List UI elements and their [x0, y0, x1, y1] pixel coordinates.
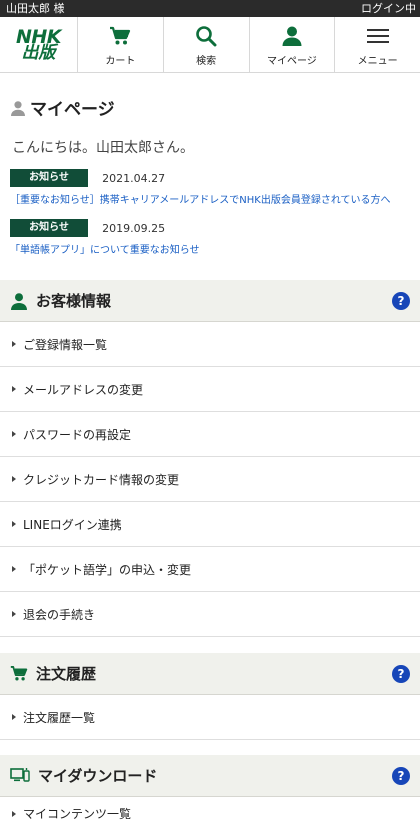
- top-status-bar: 山田太郎 様 ログイン中: [0, 0, 420, 17]
- nhk-publishing-logo[interactable]: NHK 出版: [0, 17, 78, 73]
- search-icon: [195, 23, 217, 49]
- notice-link[interactable]: 「単語帳アプリ」について重要なお知らせ: [10, 241, 415, 256]
- notice-badge: お知らせ: [10, 169, 88, 187]
- notice-item: お知らせ 2021.04.27 ［重要なお知らせ］携帯キャリアメールアドレスでN…: [10, 169, 415, 206]
- menu-item-label: パスワードの再設定: [23, 427, 132, 442]
- chevron-right-icon: [12, 714, 16, 720]
- cart-button[interactable]: カート: [78, 17, 164, 73]
- cart-label: カート: [105, 56, 136, 67]
- menu-item-line-login[interactable]: LINEログイン連携: [0, 502, 420, 547]
- section-title: マイダウンロード: [38, 767, 158, 785]
- help-icon[interactable]: ?: [392, 767, 410, 785]
- menu-item-label: メールアドレスの変更: [23, 382, 144, 397]
- notice-link[interactable]: ［重要なお知らせ］携帯キャリアメールアドレスでNHK出版会員登録されている方へ: [10, 191, 415, 206]
- menu-item-withdraw[interactable]: 退会の手続き: [0, 592, 420, 637]
- chevron-right-icon: [12, 341, 16, 347]
- user-icon: [281, 23, 303, 49]
- devices-icon: [10, 767, 30, 782]
- mypage-area: マイページ こんにちは。山田太郎さん。 お知らせ 2021.04.27 ［重要な…: [0, 73, 420, 280]
- section-customer-info: お客様情報 ?: [0, 280, 420, 322]
- section-title: お客様情報: [36, 292, 112, 310]
- chevron-right-icon: [12, 521, 16, 527]
- mypage-button[interactable]: マイページ: [250, 17, 336, 73]
- menu-item-my-contents[interactable]: マイコンテンツ一覧: [0, 797, 420, 830]
- menu-item-registration-info[interactable]: ご登録情報一覧: [0, 322, 420, 367]
- notice-badge: お知らせ: [10, 219, 88, 237]
- menu-item-label: 「ポケット語学」の申込・変更: [23, 562, 192, 577]
- logo-line2: 出版: [21, 43, 56, 63]
- menu-item-pocket-gogaku[interactable]: 「ポケット語学」の申込・変更: [0, 547, 420, 592]
- search-label: 検索: [196, 56, 217, 67]
- help-icon[interactable]: ?: [392, 665, 410, 683]
- menu-item-label: ご登録情報一覧: [23, 337, 108, 352]
- menu-item-label: 退会の手続き: [23, 607, 96, 622]
- chevron-right-icon: [12, 566, 16, 572]
- section-my-downloads: マイダウンロード ?: [0, 755, 420, 797]
- notice-item: お知らせ 2019.09.25 「単語帳アプリ」について重要なお知らせ: [10, 219, 415, 256]
- menu-icon: [366, 23, 390, 49]
- menu-item-reset-password[interactable]: パスワードの再設定: [0, 412, 420, 457]
- greeting-text: こんにちは。山田太郎さん。: [12, 140, 194, 156]
- chevron-right-icon: [12, 386, 16, 392]
- menu-item-change-email[interactable]: メールアドレスの変更: [0, 367, 420, 412]
- menu-item-label: マイコンテンツ一覧: [23, 807, 132, 821]
- notice-date: 2019.09.25: [102, 221, 166, 235]
- login-status: ログイン中: [361, 2, 416, 15]
- user-name: 山田太郎 様: [6, 2, 65, 15]
- help-icon[interactable]: ?: [392, 292, 410, 310]
- page-title: マイページ: [30, 100, 115, 120]
- mypage-title-row: マイページ: [10, 95, 115, 120]
- menu-item-change-credit-card[interactable]: クレジットカード情報の変更: [0, 457, 420, 502]
- menu-label: メニュー: [357, 56, 398, 67]
- site-header: NHK 出版 カート 検索 マイページ メニュー: [0, 17, 420, 73]
- cart-icon: [109, 23, 131, 49]
- user-icon: [11, 292, 27, 310]
- chevron-right-icon: [12, 611, 16, 617]
- cart-icon: [10, 666, 28, 681]
- chevron-right-icon: [12, 431, 16, 437]
- chevron-right-icon: [12, 810, 16, 817]
- mypage-label: マイページ: [266, 56, 317, 67]
- menu-item-label: 注文履歴一覧: [23, 710, 96, 725]
- user-icon: [11, 100, 25, 116]
- chevron-right-icon: [12, 476, 16, 482]
- section-order-history: 注文履歴 ?: [0, 653, 420, 695]
- menu-item-order-history-list[interactable]: 注文履歴一覧: [0, 695, 420, 740]
- section-title: 注文履歴: [36, 665, 97, 683]
- notice-date: 2021.04.27: [102, 171, 166, 185]
- menu-item-label: クレジットカード情報の変更: [23, 472, 180, 487]
- menu-item-label: LINEログイン連携: [23, 517, 122, 532]
- menu-button[interactable]: メニュー: [335, 17, 420, 73]
- search-button[interactable]: 検索: [164, 17, 250, 73]
